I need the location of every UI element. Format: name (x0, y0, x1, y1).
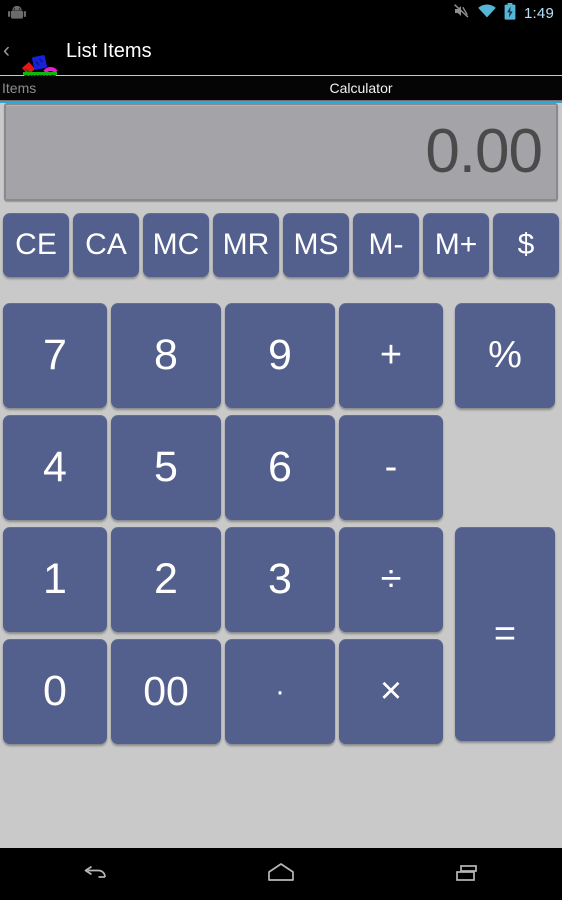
recents-button[interactable] (428, 854, 508, 894)
up-back-caret-icon[interactable]: ‹ (3, 40, 10, 61)
calculator-display[interactable]: 0.00 (4, 103, 558, 201)
memory-recall-button[interactable]: MR (213, 213, 279, 277)
display-value: 0.00 (425, 117, 543, 186)
clear-entry-button[interactable]: CE (3, 213, 69, 277)
memory-clear-button[interactable]: MC (143, 213, 209, 277)
digit-9-button[interactable]: 9 (225, 303, 335, 408)
currency-button[interactable]: $ (493, 213, 559, 277)
decimal-point-button[interactable]: · (225, 639, 335, 744)
digit-3-button[interactable]: 3 (225, 527, 335, 632)
memory-subtract-button[interactable]: M- (353, 213, 419, 277)
mute-icon (453, 3, 470, 24)
plus-button[interactable]: + (339, 303, 443, 408)
digit-5-button[interactable]: 5 (111, 415, 221, 520)
digit-7-button[interactable]: 7 (3, 303, 107, 408)
digit-0-button[interactable]: 0 (3, 639, 107, 744)
status-clock: 1:49 (524, 5, 554, 22)
minus-button[interactable]: - (339, 415, 443, 520)
memory-add-button[interactable]: M+ (423, 213, 489, 277)
tab-bar: Items Calculator (0, 76, 562, 100)
home-button[interactable] (241, 854, 321, 894)
multiply-button[interactable]: × (339, 639, 443, 744)
clear-all-button[interactable]: CA (73, 213, 139, 277)
android-robot-icon (8, 5, 26, 20)
system-navigation-bar (0, 848, 562, 900)
divide-button[interactable]: ÷ (339, 527, 443, 632)
percent-button[interactable]: % (455, 303, 555, 408)
battery-charging-icon (504, 2, 516, 25)
tab-items[interactable]: Items (0, 76, 190, 100)
status-bar: 1:49 (0, 0, 562, 27)
digit-2-button[interactable]: 2 (111, 527, 221, 632)
back-button[interactable] (54, 854, 134, 894)
equals-button[interactable]: = (455, 527, 555, 741)
digit-1-button[interactable]: 1 (3, 527, 107, 632)
digit-6-button[interactable]: 6 (225, 415, 335, 520)
wifi-icon (477, 3, 497, 24)
tab-calculator[interactable]: Calculator (190, 76, 562, 100)
digit-4-button[interactable]: 4 (3, 415, 107, 520)
action-bar: ‹ List Items (0, 27, 562, 103)
status-icons: 1:49 (453, 0, 554, 27)
memory-store-button[interactable]: MS (283, 213, 349, 277)
page-title: List Items (66, 40, 152, 62)
calculator-screen: 1:49 ‹ List Items Items Calculator 0.00 … (0, 0, 562, 900)
double-zero-button[interactable]: 00 (111, 639, 221, 744)
tab-separator (0, 100, 562, 101)
digit-8-button[interactable]: 8 (111, 303, 221, 408)
